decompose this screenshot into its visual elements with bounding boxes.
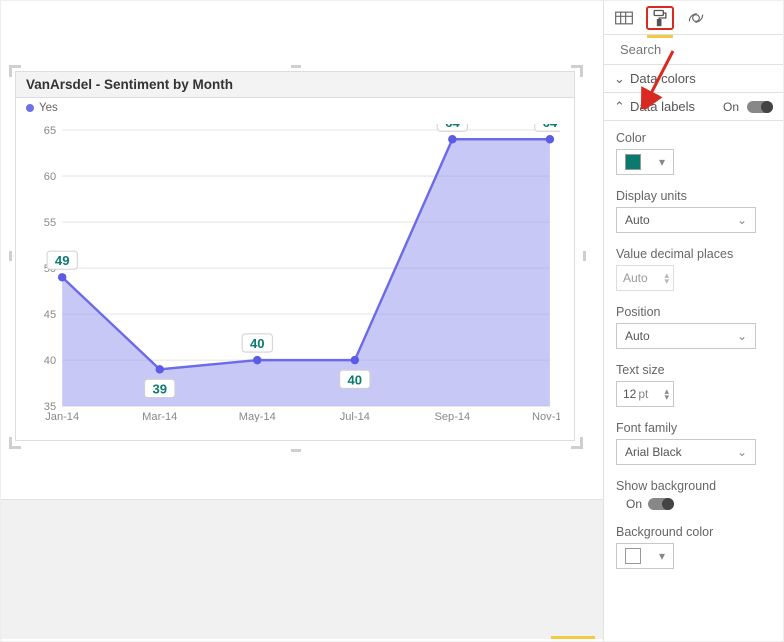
svg-text:May-14: May-14 [239,411,276,422]
analytics-tab[interactable] [682,6,710,30]
caret-down-icon: ▾ [659,549,665,563]
show-bg-on-label: On [626,497,642,511]
bg-color-picker[interactable]: ▾ [616,543,674,569]
decimal-value: Auto [623,271,648,285]
chart-visual[interactable]: VanArsdel - Sentiment by Month Yes 35404… [15,71,575,441]
chart-title: VanArsdel - Sentiment by Month [16,72,574,98]
section-data-labels[interactable]: ⌃ Data labels On [604,93,783,121]
chart-legend: Yes [16,98,574,114]
decimal-label: Value decimal places [616,247,771,261]
svg-text:40: 40 [348,372,363,387]
chevron-down-icon: ⌄ [737,445,747,459]
svg-text:39: 39 [152,382,167,397]
legend-dot-icon [26,104,34,112]
chevron-up-icon: ⌃ [614,99,624,115]
svg-text:55: 55 [44,217,56,229]
position-label: Position [616,305,771,319]
font-family-dropdown[interactable]: Arial Black ⌄ [616,439,756,465]
show-bg-toggle[interactable] [648,498,674,510]
chevron-down-icon: ⌄ [737,213,747,227]
chart-plot-area: 35404550556065493940406464Jan-14Mar-14Ma… [36,124,560,422]
section-label: Data labels [630,99,695,114]
format-search[interactable] [604,35,783,65]
text-size-value: 12 [623,387,636,401]
bg-color-label: Background color [616,525,771,539]
format-tab[interactable] [646,6,674,30]
caret-down-icon: ▾ [659,155,665,169]
show-bg-label: Show background [616,479,771,493]
decimal-places-stepper[interactable]: Auto ▴▾ [616,265,674,291]
fields-tab[interactable] [610,6,638,30]
svg-text:Jul-14: Jul-14 [340,411,370,422]
color-label: Color [616,131,771,145]
text-size-unit: pt [638,387,648,401]
search-input[interactable] [618,41,784,58]
position-dropdown[interactable]: Auto ⌄ [616,323,756,349]
svg-text:45: 45 [44,309,56,321]
svg-text:Jan-14: Jan-14 [45,411,79,422]
section-label: Data colors [630,71,696,86]
svg-text:40: 40 [44,355,56,367]
data-labels-panel: Color ▾ Display units Auto ⌄ Value decim… [604,121,783,587]
svg-text:60: 60 [44,171,56,183]
color-picker[interactable]: ▾ [616,149,674,175]
svg-text:Nov-14: Nov-14 [532,411,560,422]
toggle-on-label: On [723,100,739,114]
svg-text:40: 40 [250,336,265,351]
bg-swatch-icon [625,548,641,564]
legend-label: Yes [39,102,58,114]
format-pane: ⌄ Data colors ⌃ Data labels On Color ▾ D… [603,1,783,642]
text-size-stepper[interactable]: 12 pt ▴▾ [616,381,674,407]
svg-text:64: 64 [543,124,558,130]
font-family-value: Arial Black [625,445,682,459]
display-units-label: Display units [616,189,771,203]
display-units-value: Auto [625,213,650,227]
position-value: Auto [625,329,650,343]
display-units-dropdown[interactable]: Auto ⌄ [616,207,756,233]
data-labels-toggle[interactable] [747,101,773,113]
chevron-down-icon: ⌄ [614,71,624,87]
svg-text:64: 64 [445,124,460,130]
chevron-down-icon: ⌄ [737,329,747,343]
svg-text:Sep-14: Sep-14 [434,411,470,422]
canvas-empty-area [1,499,603,639]
section-data-colors[interactable]: ⌄ Data colors [604,65,783,93]
svg-text:Mar-14: Mar-14 [142,411,177,422]
text-size-label: Text size [616,363,771,377]
svg-text:65: 65 [44,125,56,137]
page-underline-accent [551,636,595,639]
font-family-label: Font family [616,421,771,435]
color-swatch-icon [625,154,641,170]
svg-text:49: 49 [55,253,70,268]
